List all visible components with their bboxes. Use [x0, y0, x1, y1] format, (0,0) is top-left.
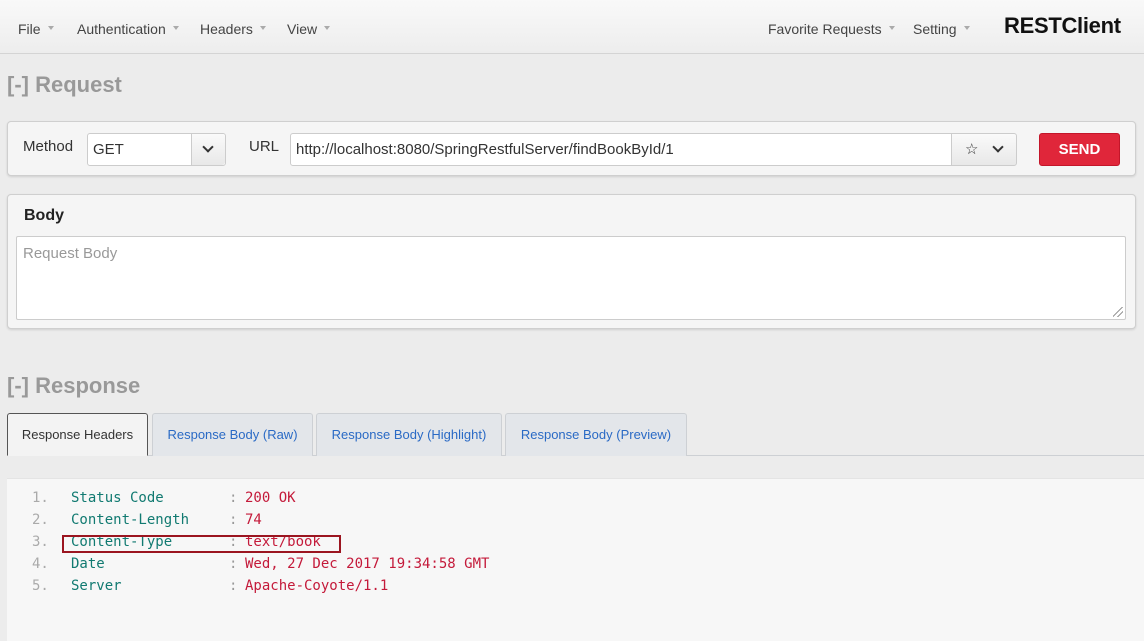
chevron-down-icon — [202, 141, 214, 153]
request-panel: Method GET URL http://localhost:8080/Spr… — [7, 121, 1136, 176]
header-separator: : — [229, 556, 238, 572]
top-navbar: File Authentication Headers View Favorit… — [0, 0, 1144, 54]
method-select[interactable]: GET — [87, 133, 226, 166]
caret-down-icon — [172, 26, 179, 31]
menu-authentication[interactable]: Authentication — [77, 21, 179, 37]
caret-down-icon — [963, 26, 970, 31]
header-separator: : — [229, 578, 238, 594]
tab-response-headers[interactable]: Response Headers — [7, 413, 148, 456]
caret-down-icon — [47, 26, 54, 31]
response-headers-view: 1. Status Code : 200 OK 2. Content-Lengt… — [7, 478, 1144, 641]
header-value: Wed, 27 Dec 2017 19:34:58 GMT — [245, 556, 490, 572]
header-line: 1. Status Code : 200 OK — [7, 490, 1144, 512]
line-number: 1. — [32, 490, 49, 506]
url-input[interactable]: http://localhost:8080/SpringRestfulServe… — [290, 133, 952, 166]
menu-authentication-label: Authentication — [77, 21, 166, 37]
caret-down-icon — [888, 26, 895, 31]
chevron-down-icon[interactable] — [992, 141, 1004, 153]
method-dropdown-button[interactable] — [191, 134, 225, 165]
resize-grip-icon[interactable] — [1113, 307, 1123, 317]
menu-headers-label: Headers — [200, 21, 253, 37]
menu-favorite-requests-label: Favorite Requests — [768, 21, 882, 37]
url-value: http://localhost:8080/SpringRestfulServe… — [296, 141, 674, 158]
header-separator: : — [229, 512, 238, 528]
method-value: GET — [93, 141, 124, 158]
header-separator: : — [229, 490, 238, 506]
header-value: Apache-Coyote/1.1 — [245, 578, 389, 594]
menu-headers[interactable]: Headers — [200, 21, 266, 37]
method-label: Method — [23, 138, 74, 155]
header-key: Server — [71, 578, 122, 594]
star-icon[interactable]: ☆ — [965, 140, 978, 158]
menu-setting-label: Setting — [913, 21, 957, 37]
menu-setting[interactable]: Setting — [913, 21, 970, 37]
header-key: Content-Length — [71, 512, 190, 528]
menu-favorite-requests[interactable]: Favorite Requests — [768, 21, 895, 37]
tab-response-body-preview[interactable]: Response Body (Preview) — [505, 413, 687, 456]
body-panel: Body Request Body — [7, 194, 1136, 329]
send-button[interactable]: SEND — [1039, 133, 1120, 166]
url-label: URL — [249, 138, 280, 155]
body-title: Body — [24, 207, 64, 224]
line-number: 5. — [32, 578, 49, 594]
request-body-textarea[interactable]: Request Body — [16, 236, 1126, 320]
menu-view-label: View — [287, 21, 318, 37]
tab-response-body-raw[interactable]: Response Body (Raw) — [152, 413, 313, 456]
request-body-placeholder: Request Body — [23, 245, 118, 262]
caret-down-icon — [324, 26, 331, 31]
menu-view[interactable]: View — [287, 21, 331, 37]
url-favorite-addon: ☆ — [951, 133, 1017, 166]
brand-logo[interactable]: RESTClient — [1004, 13, 1121, 39]
line-number: 4. — [32, 556, 49, 572]
request-section-toggle[interactable]: [-] Request — [7, 72, 122, 98]
header-value: 74 — [245, 512, 262, 528]
line-number: 3. — [32, 534, 49, 550]
header-key: Date — [71, 556, 105, 572]
header-line: 2. Content-Length : 74 — [7, 512, 1144, 534]
header-key: Status Code — [71, 490, 164, 506]
menu-file[interactable]: File — [18, 21, 54, 37]
menu-file-label: File — [18, 21, 41, 37]
header-value: 200 OK — [245, 490, 296, 506]
caret-down-icon — [259, 26, 266, 31]
response-section-toggle[interactable]: [-] Response — [7, 373, 140, 399]
line-number: 2. — [32, 512, 49, 528]
tab-response-body-highlight[interactable]: Response Body (Highlight) — [316, 413, 502, 456]
header-line: 5. Server : Apache-Coyote/1.1 — [7, 578, 1144, 600]
header-line: 4. Date : Wed, 27 Dec 2017 19:34:58 GMT — [7, 556, 1144, 578]
content-type-highlight-box — [62, 535, 341, 553]
